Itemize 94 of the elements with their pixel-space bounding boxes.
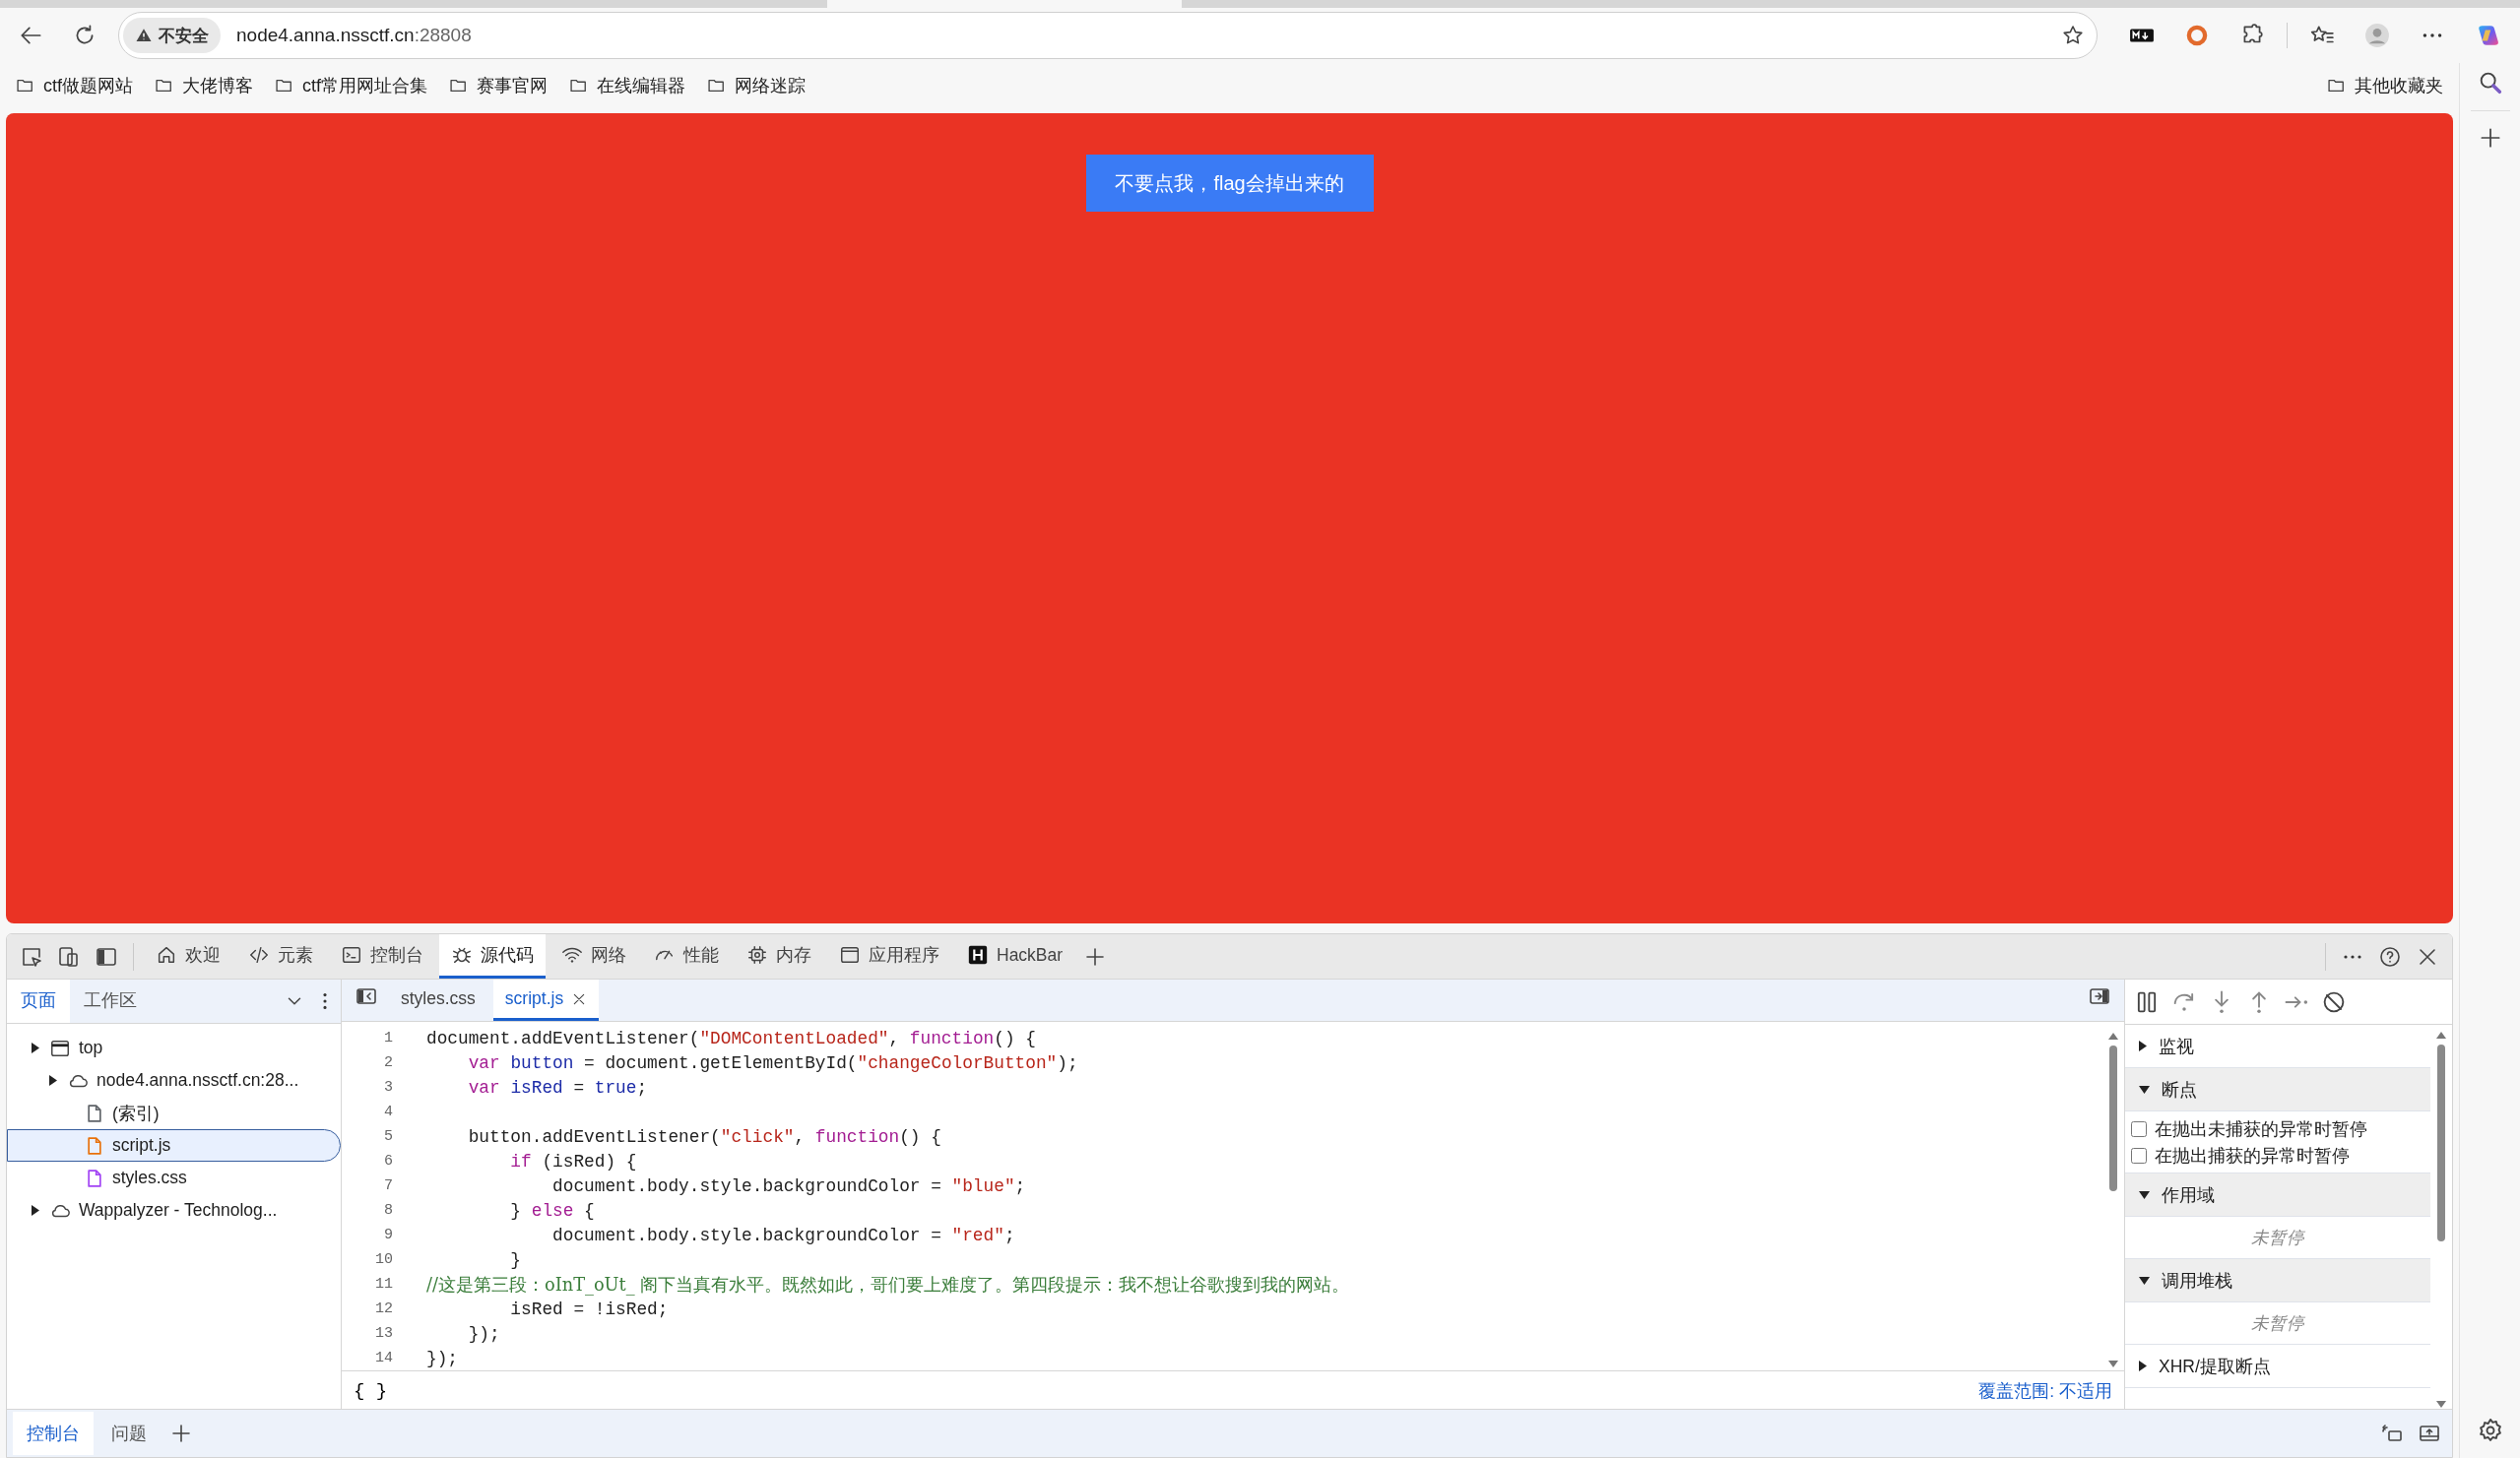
navigator-tab[interactable]: 工作区 <box>70 980 151 1023</box>
coverage-link[interactable]: 覆盖范围: 不适用 <box>1978 1379 2112 1403</box>
url-text: node4.anna.nssctf.cn:28808 <box>236 25 473 46</box>
checkbox[interactable] <box>2131 1147 2147 1164</box>
devtools-tab[interactable]: 控制台 <box>329 934 435 979</box>
expand-arrow-icon[interactable] <box>32 1043 39 1053</box>
code-line: }); <box>426 1348 458 1368</box>
checkbox-label: 在抛出捕获的异常时暂停 <box>2155 1144 2350 1168</box>
code-line: }); <box>467 1323 500 1344</box>
editor-tab[interactable]: styles.css <box>389 980 487 1021</box>
section-header[interactable]: 调用堆栈 <box>2125 1259 2430 1302</box>
expand-arrow-icon[interactable] <box>32 1205 39 1216</box>
drawer-tab[interactable]: 问题 <box>97 1412 161 1455</box>
code-line: } else { <box>509 1200 595 1221</box>
bookmark[interactable]: 在线编辑器 <box>561 70 694 101</box>
line-number: 8 <box>383 1202 393 1219</box>
line-number: 1 <box>383 1030 393 1046</box>
window-icon <box>839 944 861 966</box>
devtools-tab[interactable]: 源代码 <box>439 934 546 979</box>
tree-item[interactable]: (索引) <box>7 1097 341 1129</box>
line-number: 4 <box>383 1104 393 1120</box>
bookmark[interactable]: 大佬博客 <box>147 70 261 101</box>
code-line: button.addEventListener("click", function() { <box>467 1126 941 1147</box>
line-number: 7 <box>383 1177 393 1194</box>
bookmark[interactable]: ctf做题网站 <box>8 70 141 101</box>
navigator-tab[interactable]: 页面 <box>7 980 70 1023</box>
expand-arrow-icon[interactable] <box>49 1075 57 1086</box>
drawer-tab[interactable]: 控制台 <box>13 1412 94 1455</box>
checkbox[interactable] <box>2131 1120 2147 1137</box>
code-line: var isRed = true; <box>467 1077 648 1098</box>
bookmark[interactable]: 网络迷踪 <box>699 70 814 101</box>
line-number: 10 <box>374 1251 393 1268</box>
page-button[interactable]: 不要点我，flag会掉出来的 <box>1085 155 1374 212</box>
chip-icon <box>746 944 768 966</box>
letter-h-icon <box>967 944 989 966</box>
expand-arrow-icon <box>2139 1085 2150 1094</box>
code-line: document.body.style.backgroundColor = "red"; <box>551 1225 1015 1245</box>
code-icon <box>248 944 270 966</box>
other-bookmarks[interactable]: 其他收藏夹 <box>2319 70 2451 101</box>
devtools-tab[interactable]: 性能 <box>642 934 731 979</box>
line-number: 12 <box>374 1300 393 1317</box>
devtools-tab[interactable]: 应用程序 <box>827 934 951 979</box>
bookmark[interactable]: ctf常用网址合集 <box>267 70 436 101</box>
avatar-icon[interactable] <box>2364 23 2390 48</box>
tree-item[interactable]: styles.css <box>7 1162 341 1194</box>
code-line: document.addEventListener("DOMContentLoaded", function() { <box>426 1028 1036 1048</box>
section-header[interactable]: 断点 <box>2125 1068 2430 1111</box>
tree-item[interactable]: script.js <box>7 1129 341 1162</box>
expand-arrow-icon <box>2139 1190 2150 1199</box>
line-number: 9 <box>383 1227 393 1243</box>
code-line: if (isRed) { <box>509 1151 637 1172</box>
ring-icon[interactable] <box>2184 23 2210 48</box>
security-label: 不安全 <box>159 25 209 47</box>
editor-tab[interactable]: script.js <box>492 980 600 1021</box>
kebab-menu-icon[interactable] <box>321 990 329 1012</box>
tree-item[interactable]: top <box>7 1032 341 1064</box>
tree-item[interactable]: Wappalyzer - Technolog... <box>7 1194 341 1227</box>
devtools-tab[interactable]: 内存 <box>735 934 823 979</box>
tree-item[interactable]: node4.anna.nssctf.cn:28... <box>7 1064 341 1097</box>
devtools-tab[interactable]: 网络 <box>549 934 638 979</box>
line-number: 2 <box>383 1054 393 1071</box>
expand-arrow-icon <box>2139 1041 2147 1051</box>
code-line: document.body.style.backgroundColor = "blue"; <box>551 1175 1026 1196</box>
expand-arrow-icon <box>2139 1361 2147 1371</box>
status-message: 未暂停 <box>2251 1312 2304 1335</box>
warning-icon <box>135 27 153 44</box>
section-header[interactable]: 作用域 <box>2125 1173 2430 1217</box>
scrollbar-thumb[interactable] <box>2437 1045 2445 1241</box>
security-indicator[interactable]: 不安全 <box>123 18 221 53</box>
home-icon <box>156 944 177 966</box>
checkbox-label: 在抛出未捕获的异常时暂停 <box>2155 1117 2367 1141</box>
line-number: 6 <box>383 1153 393 1170</box>
devtools-tab[interactable]: 欢迎 <box>144 934 232 979</box>
help-icon[interactable] <box>2378 944 2402 969</box>
console-icon <box>341 944 362 966</box>
scrollbar-thumb[interactable] <box>2109 1046 2117 1191</box>
status-message: 未暂停 <box>2251 1227 2304 1249</box>
devtools-tab[interactable]: 元素 <box>236 934 325 979</box>
code-line: } <box>509 1249 522 1270</box>
code-line: //这是第三段：oInT_oUt_ 阁下当真有水平。既然如此，哥们要上难度了。第四段提示：我不想让谷歌搜到我的网站。 <box>426 1272 1350 1297</box>
code-line: isRed = !isRed; <box>509 1299 669 1319</box>
expand-arrow-icon <box>2139 1276 2150 1285</box>
address-bar[interactable]: 不安全 node4.anna.nssctf.cn:28808 <box>118 12 2098 59</box>
line-number: 5 <box>383 1128 393 1145</box>
devtools-tab[interactable]: HackBar <box>955 934 1075 979</box>
device-icon[interactable] <box>57 944 81 969</box>
line-number: 14 <box>374 1350 393 1366</box>
bookmark[interactable]: 赛事官网 <box>441 70 556 101</box>
add-icon[interactable] <box>169 1422 193 1445</box>
line-number: 13 <box>374 1325 393 1342</box>
code-line: var button = document.getElementById("changeColorButton"); <box>467 1052 1078 1073</box>
line-number: 3 <box>383 1079 393 1096</box>
line-number: 11 <box>374 1276 393 1293</box>
format-button[interactable]: { } <box>350 1380 392 1402</box>
